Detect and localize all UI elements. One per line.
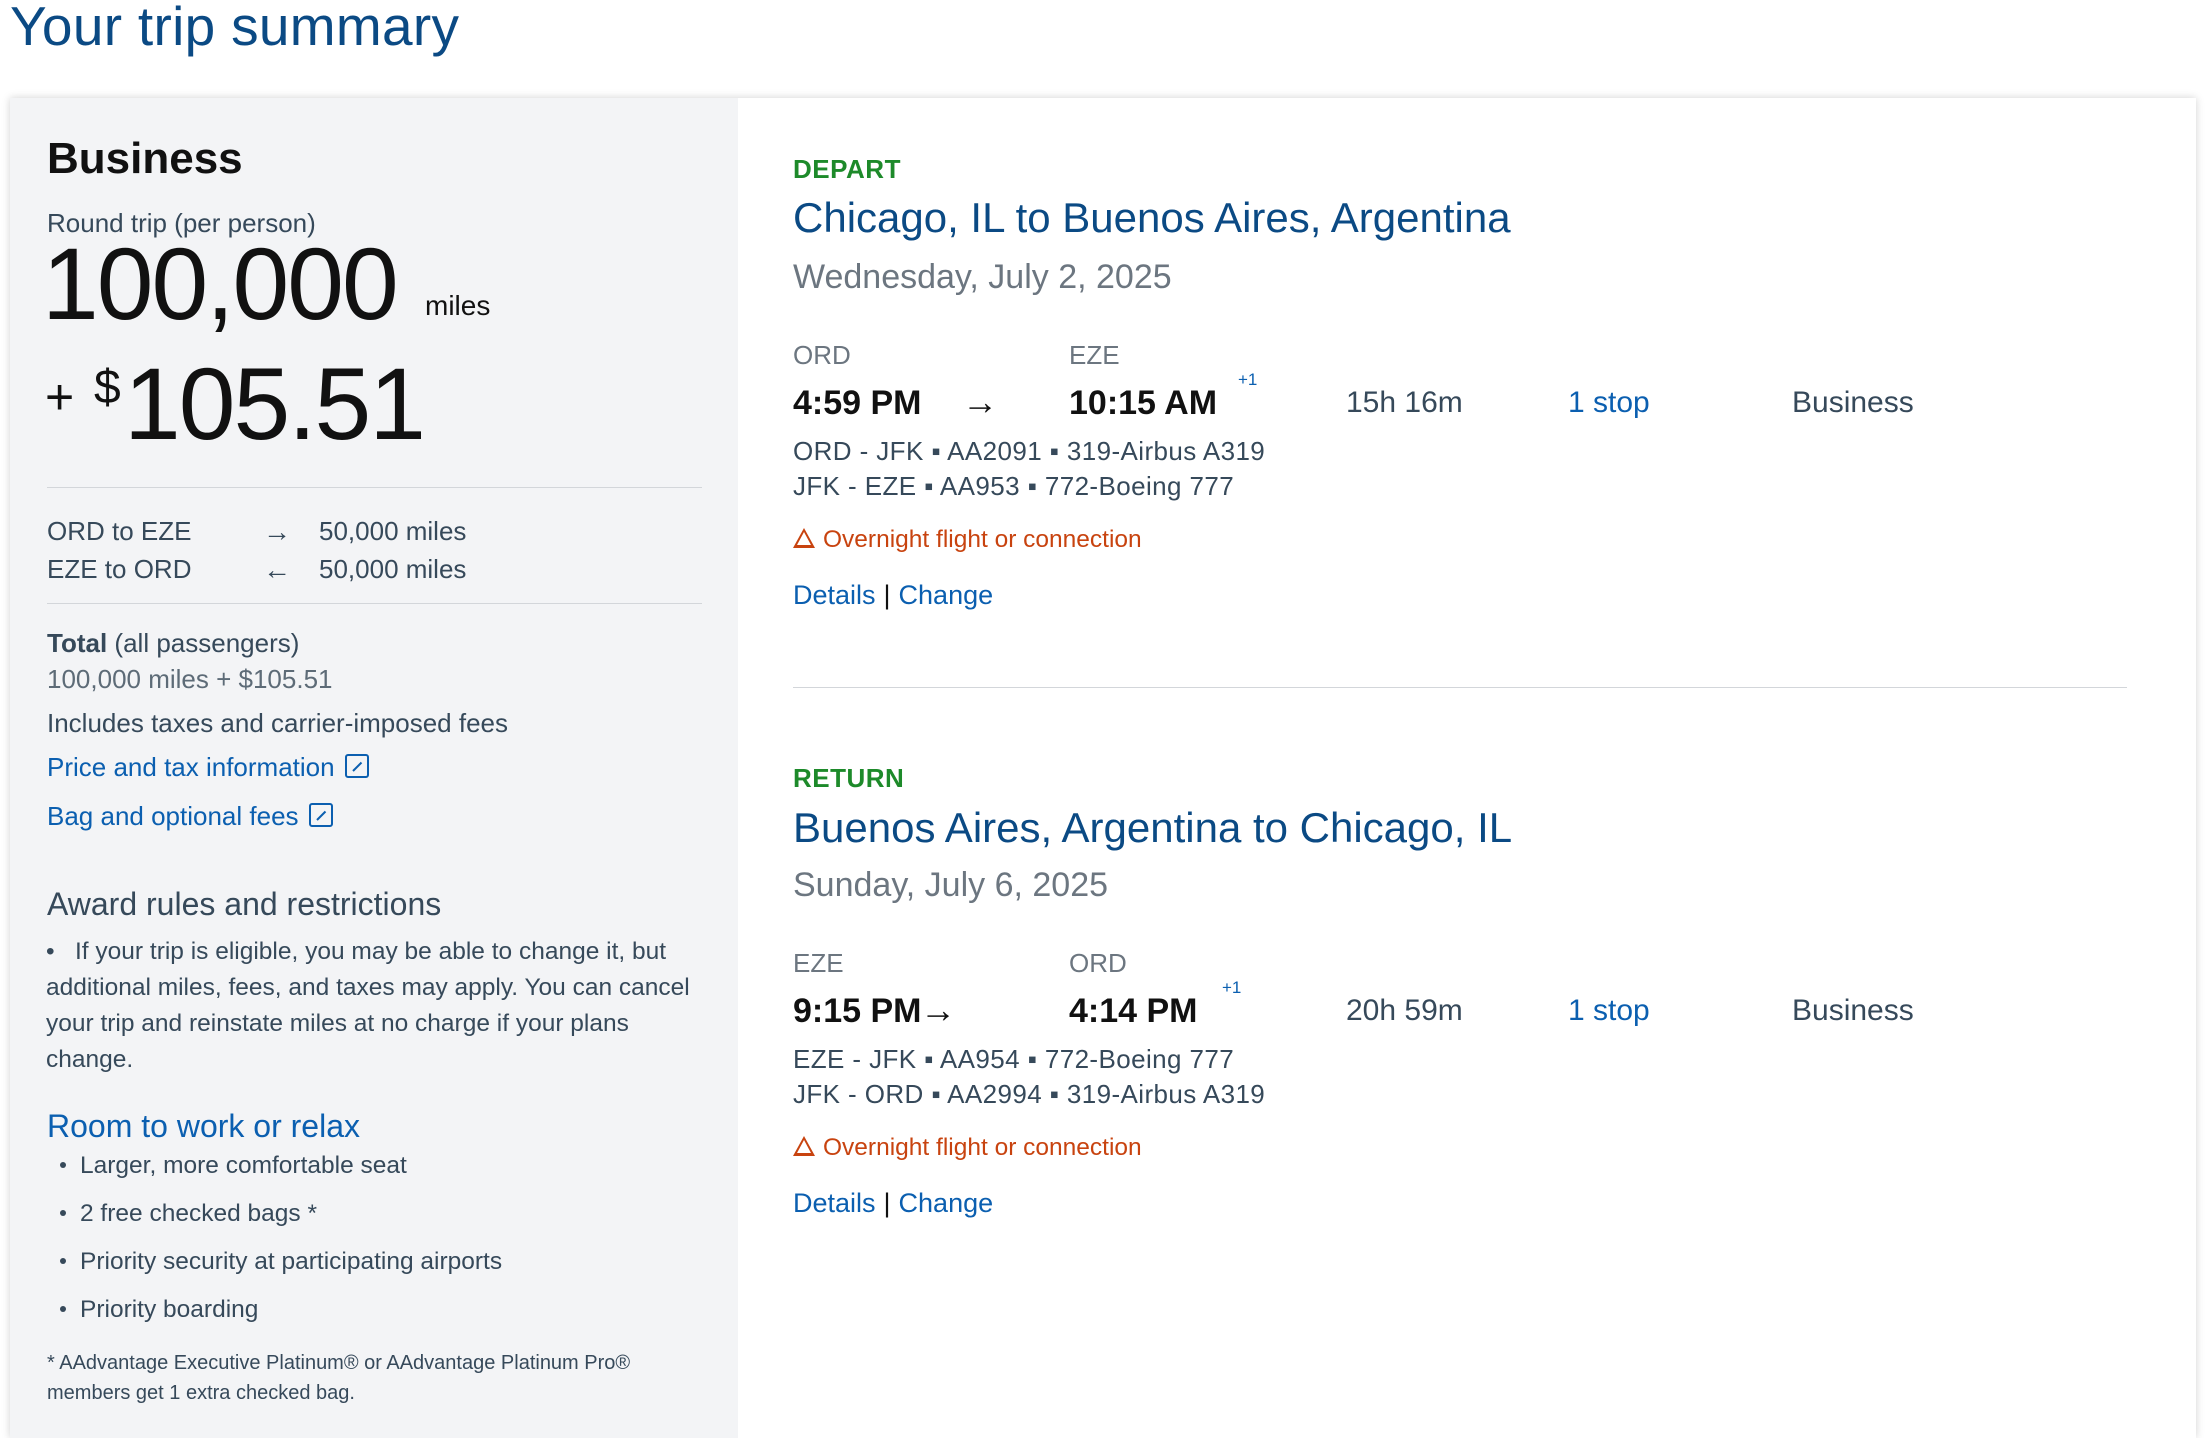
segment-detail: JFK - EZE ▪ AA953 ▪ 772-Boeing 777 xyxy=(793,471,1235,501)
segment-detail: ORD - JFK ▪ AA2091 ▪ 319-Airbus A319 xyxy=(793,436,1266,466)
segment-detail: JFK - ORD ▪ AA2994 ▪ 319-Airbus A319 xyxy=(793,1079,1266,1109)
total-label-suffix: (all passengers) xyxy=(114,628,300,658)
origin-code: EZE xyxy=(793,948,844,978)
separator: | xyxy=(883,1188,891,1218)
arrow-left-icon: ← xyxy=(263,554,291,585)
segment-miles: 50,000 miles xyxy=(319,554,467,584)
destination-code: ORD xyxy=(1069,948,1127,978)
price-tax-info-link[interactable]: Price and tax information xyxy=(47,752,369,783)
fees-note: Includes taxes and carrier-imposed fees xyxy=(47,708,509,738)
depart-time: 9:15 PM xyxy=(793,992,922,1030)
itinerary-panel: DEPART Chicago, IL to Buenos Aires, Arge… xyxy=(738,98,2196,1438)
total-label: Total (all passengers) xyxy=(47,628,299,659)
details-link[interactable]: Details xyxy=(793,580,876,610)
return-label: RETURN xyxy=(793,763,905,793)
benefit-item: Priority security at participating airpo… xyxy=(60,1248,502,1276)
arrow-right-icon: → xyxy=(920,989,956,1030)
return-route-title: Buenos Aires, Argentina to Chicago, IL xyxy=(793,804,1513,851)
price-tax-info-label: Price and tax information xyxy=(47,752,335,782)
divider xyxy=(47,487,702,488)
return-date: Sunday, July 6, 2025 xyxy=(793,866,1109,904)
day-offset: +1 xyxy=(1238,370,1258,389)
change-link[interactable]: Change xyxy=(899,1188,994,1218)
bag-fees-link[interactable]: Bag and optional fees xyxy=(47,801,333,832)
footnote: * AAdvantage Executive Platinum® or AAdv… xyxy=(47,1352,631,1404)
flight-duration: 20h 59m xyxy=(1346,994,1463,1027)
segment-route: ORD to EZE xyxy=(47,516,192,546)
flight-actions: Details | Change xyxy=(793,580,993,611)
miles-amount: 100,000 xyxy=(42,227,399,341)
stops-link[interactable]: 1 stop xyxy=(1568,994,1650,1028)
depart-time: 4:59 PM xyxy=(793,384,922,422)
segment-miles-row: EZE to ORD ← 50,000 miles xyxy=(47,554,466,586)
overnight-warning: Overnight flight or connection xyxy=(793,526,1142,554)
flight-duration: 15h 16m xyxy=(1346,386,1463,419)
plus-sign: + xyxy=(45,369,75,425)
bullet-icon xyxy=(60,1162,66,1168)
stops-link[interactable]: 1 stop xyxy=(1568,386,1650,420)
flight-cabin: Business xyxy=(1792,386,1914,419)
benefit-item: Priority boarding xyxy=(60,1296,258,1324)
currency-symbol: $ xyxy=(94,361,121,414)
benefit-item: 2 free checked bags * xyxy=(60,1200,317,1228)
miles-unit: miles xyxy=(425,290,491,321)
cabin-title: Business xyxy=(47,134,243,183)
depart-label: DEPART xyxy=(793,154,901,184)
divider xyxy=(47,603,702,604)
segment-miles: 50,000 miles xyxy=(319,516,467,546)
warning-icon xyxy=(793,528,815,548)
depart-route-title: Chicago, IL to Buenos Aires, Argentina xyxy=(793,194,1511,241)
day-offset: +1 xyxy=(1222,978,1242,997)
segment-miles-row: ORD to EZE → 50,000 miles xyxy=(47,516,466,548)
depart-date: Wednesday, July 2, 2025 xyxy=(793,258,1172,296)
arrive-time: 4:14 PM xyxy=(1069,992,1198,1030)
total-label-strong: Total xyxy=(47,628,108,658)
flight-actions: Details | Change xyxy=(793,1188,993,1219)
benefit-item: Larger, more comfortable seat xyxy=(60,1152,407,1180)
destination-code: EZE xyxy=(1069,340,1120,370)
price-summary-panel: Business Round trip (per person) 100,000… xyxy=(10,98,738,1438)
overnight-warning: Overnight flight or connection xyxy=(793,1134,1142,1162)
flight-cabin: Business xyxy=(1792,994,1914,1027)
origin-code: ORD xyxy=(793,340,851,370)
bag-fees-label: Bag and optional fees xyxy=(47,801,299,831)
separator: | xyxy=(883,580,891,610)
bullet-icon xyxy=(60,1258,66,1264)
change-link[interactable]: Change xyxy=(899,580,994,610)
arrow-right-icon: → xyxy=(962,381,998,422)
segment-detail: EZE - JFK ▪ AA954 ▪ 772-Boeing 777 xyxy=(793,1044,1235,1074)
details-link[interactable]: Details xyxy=(793,1188,876,1218)
bullet-icon xyxy=(60,1306,66,1312)
arrive-time: 10:15 AM xyxy=(1069,384,1218,422)
award-rules-text: • If your trip is eligible, you may be a… xyxy=(46,934,706,1078)
warning-icon xyxy=(793,1136,815,1156)
segment-route: EZE to ORD xyxy=(47,554,192,584)
bullet-icon: • xyxy=(46,938,75,965)
page-title: Your trip summary xyxy=(10,0,460,57)
award-rules-title: Award rules and restrictions xyxy=(47,886,442,922)
total-value: 100,000 miles + $105.51 xyxy=(47,664,333,694)
award-rules-body: If your trip is eligible, you may be abl… xyxy=(46,938,690,1073)
external-link-icon xyxy=(308,803,333,827)
arrow-right-icon: → xyxy=(263,516,291,547)
cash-amount: 105.51 xyxy=(124,347,426,461)
external-link-icon xyxy=(344,754,369,778)
trip-summary-card: Business Round trip (per person) 100,000… xyxy=(10,98,2196,1438)
divider xyxy=(793,687,2127,688)
benefits-title: Room to work or relax xyxy=(47,1108,360,1144)
bullet-icon xyxy=(60,1210,66,1216)
